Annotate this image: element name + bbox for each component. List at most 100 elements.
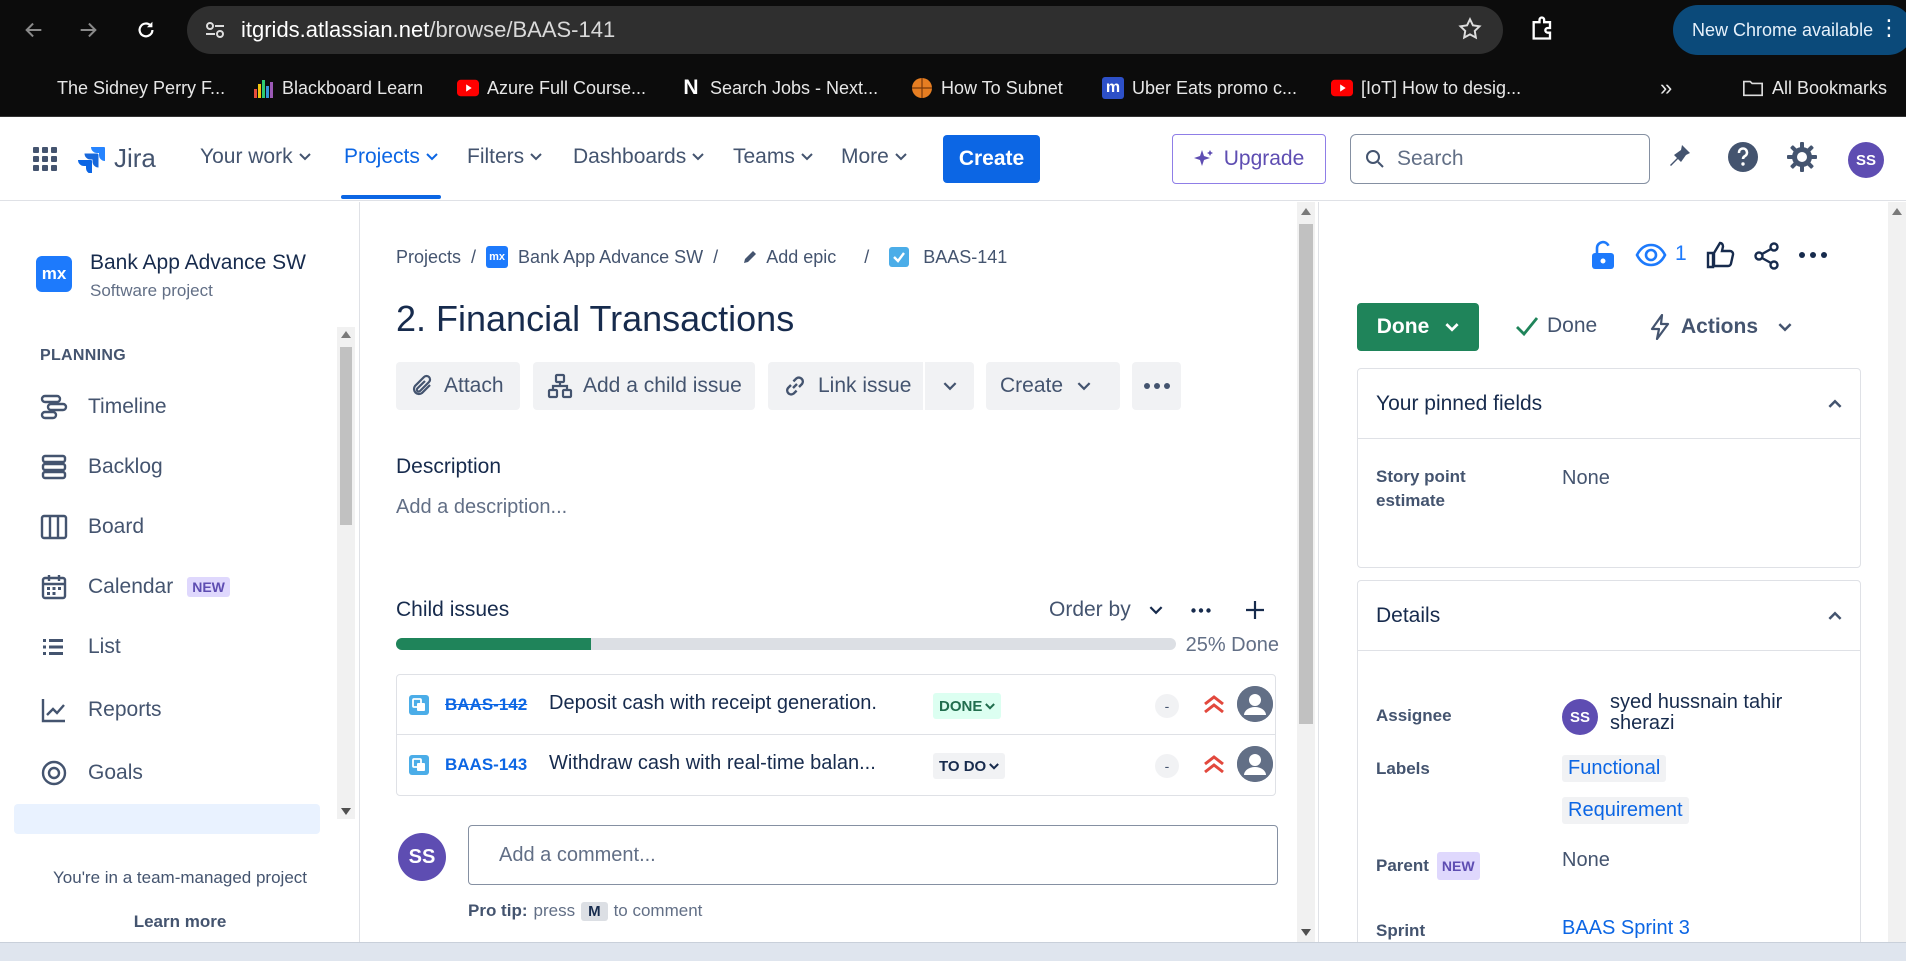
- thumbs-up-icon[interactable]: [1705, 240, 1735, 270]
- estimate-value[interactable]: -: [1155, 694, 1179, 718]
- more-actions-button[interactable]: [1132, 362, 1181, 410]
- sidebar-item-goals[interactable]: Goals: [40, 753, 143, 793]
- comment-input[interactable]: Add a comment...: [468, 825, 1278, 885]
- sidebar-item-reports[interactable]: Reports: [40, 690, 162, 730]
- create-button[interactable]: Create: [943, 135, 1040, 183]
- sidebar-scrollbar[interactable]: [337, 327, 355, 819]
- site-info-icon[interactable]: [203, 18, 227, 42]
- sidebar-scroll-thumb[interactable]: [340, 347, 352, 525]
- bookmark-item[interactable]: Azure Full Course...: [457, 74, 646, 102]
- scroll-up-arrow-icon[interactable]: [341, 331, 351, 338]
- actions-dropdown-button[interactable]: Actions: [1649, 314, 1792, 340]
- order-by-dropdown[interactable]: Order by: [1049, 598, 1265, 622]
- description-field[interactable]: Add a description...: [396, 496, 567, 519]
- sidebar-item-calendar[interactable]: Calendar NEW: [40, 567, 230, 607]
- jira-logo[interactable]: Jira: [78, 143, 156, 174]
- share-icon[interactable]: [1753, 242, 1781, 270]
- status-transition-button[interactable]: Done: [1357, 303, 1479, 351]
- story-point-value[interactable]: None: [1562, 467, 1610, 490]
- assignee-name[interactable]: syed hussnain tahir sherazi: [1610, 692, 1830, 734]
- chrome-menu-icon[interactable]: ⋮: [1878, 15, 1900, 41]
- sprint-value[interactable]: BAAS Sprint 3: [1562, 917, 1690, 940]
- app-switcher-grid-icon[interactable]: [33, 147, 57, 171]
- label-chip[interactable]: Requirement: [1562, 797, 1689, 824]
- more-bookmarks-chevron-icon[interactable]: »: [1660, 74, 1672, 102]
- settings-gear-icon[interactable]: [1786, 141, 1818, 173]
- child-issue-summary[interactable]: Withdraw cash with real-time balan...: [549, 752, 909, 775]
- watch-eye-icon[interactable]: [1635, 243, 1667, 267]
- bookmark-item[interactable]: N Search Jobs - Next...: [680, 74, 878, 102]
- main-scroll-thumb[interactable]: [1299, 224, 1313, 724]
- forward-arrow-icon[interactable]: [72, 14, 104, 46]
- nav-teams[interactable]: Teams: [733, 145, 813, 169]
- sidebar-item-list[interactable]: List: [40, 627, 121, 667]
- sidebar-item-board[interactable]: Board: [40, 507, 144, 547]
- scroll-down-arrow-icon[interactable]: [1301, 929, 1311, 936]
- new-chrome-available-button[interactable]: New Chrome available: [1673, 5, 1906, 55]
- bookmark-item[interactable]: m Uber Eats promo c...: [1102, 74, 1297, 102]
- bookmark-item[interactable]: How To Subnet: [911, 74, 1063, 102]
- nav-more[interactable]: More: [841, 145, 907, 169]
- notifications-icon[interactable]: [1664, 141, 1694, 171]
- scroll-down-arrow-icon[interactable]: [341, 808, 351, 815]
- child-issue-key[interactable]: BAAS-142: [445, 695, 527, 715]
- child-issue-key[interactable]: BAAS-143: [445, 755, 527, 775]
- nav-dashboards[interactable]: Dashboards: [573, 145, 704, 169]
- extensions-icon[interactable]: [1529, 14, 1557, 42]
- create-dropdown-button[interactable]: Create: [986, 362, 1120, 410]
- add-child-issue-button[interactable]: Add a child issue: [533, 362, 755, 410]
- nav-your-work[interactable]: Your work: [200, 145, 311, 169]
- child-issues-more-icon[interactable]: [1191, 607, 1211, 613]
- reload-icon[interactable]: [130, 14, 162, 46]
- details-header[interactable]: Details: [1358, 581, 1860, 651]
- learn-more-link[interactable]: Learn more: [0, 912, 359, 932]
- back-arrow-icon[interactable]: [18, 14, 50, 46]
- all-bookmarks[interactable]: All Bookmarks: [1742, 74, 1887, 102]
- details-scrollbar[interactable]: [1888, 202, 1906, 942]
- address-bar[interactable]: itgrids.atlassian.net/browse/BAAS-141: [187, 6, 1503, 54]
- label-chip[interactable]: Functional: [1562, 755, 1667, 782]
- bookmark-star-icon[interactable]: [1457, 16, 1483, 42]
- sidebar-item-backlog[interactable]: Backlog: [40, 447, 163, 487]
- link-issue-dropdown[interactable]: [925, 362, 974, 410]
- scroll-up-arrow-icon[interactable]: [1301, 208, 1311, 215]
- search-input[interactable]: Search: [1350, 134, 1650, 184]
- pinned-fields-header[interactable]: Your pinned fields: [1358, 369, 1860, 439]
- bookmark-item[interactable]: [IoT] How to desig...: [1331, 74, 1521, 102]
- user-avatar[interactable]: SS: [1848, 142, 1884, 178]
- sidebar-item-timeline[interactable]: Timeline: [40, 387, 167, 427]
- child-issue-summary[interactable]: Deposit cash with receipt generation.: [549, 692, 909, 715]
- issue-title[interactable]: 2. Financial Transactions: [396, 298, 794, 340]
- table-row[interactable]: BAAS-142 Deposit cash with receipt gener…: [397, 675, 1275, 735]
- sidebar-item-selected[interactable]: [14, 804, 320, 834]
- highest-priority-icon[interactable]: [1201, 751, 1227, 777]
- breadcrumb-issue-key[interactable]: BAAS-141: [923, 247, 1007, 268]
- nav-filters[interactable]: Filters: [467, 145, 542, 169]
- status-badge[interactable]: TO DO: [933, 753, 1006, 779]
- highest-priority-icon[interactable]: [1201, 691, 1227, 717]
- link-issue-button[interactable]: Link issue: [768, 362, 923, 410]
- bookmark-item[interactable]: Blackboard Learn: [252, 74, 423, 102]
- project-logo[interactable]: mx: [36, 256, 72, 292]
- breadcrumb-projects[interactable]: Projects: [396, 247, 461, 268]
- main-scrollbar[interactable]: [1297, 202, 1315, 942]
- assignee-avatar[interactable]: SS: [1562, 699, 1598, 735]
- help-icon[interactable]: [1727, 141, 1759, 173]
- unlock-icon[interactable]: [1589, 240, 1617, 270]
- project-name[interactable]: Bank App Advance SW: [90, 251, 306, 275]
- unassigned-avatar-icon[interactable]: [1237, 746, 1273, 782]
- table-row[interactable]: BAAS-143 Withdraw cash with real-time ba…: [397, 735, 1275, 795]
- status-badge[interactable]: DONE: [933, 693, 1002, 719]
- estimate-value[interactable]: -: [1155, 754, 1179, 778]
- attach-button[interactable]: Attach: [396, 362, 520, 410]
- scroll-up-arrow-icon[interactable]: [1892, 208, 1902, 215]
- breadcrumb-project[interactable]: Bank App Advance SW: [518, 247, 703, 268]
- nav-projects[interactable]: Projects: [344, 145, 438, 169]
- upgrade-button[interactable]: Upgrade: [1172, 134, 1326, 184]
- bookmark-item[interactable]: The Sidney Perry F...: [57, 74, 225, 102]
- breadcrumb-add-epic[interactable]: Add epic: [766, 247, 836, 268]
- more-horizontal-icon[interactable]: [1799, 252, 1827, 258]
- parent-value[interactable]: None: [1562, 849, 1610, 872]
- unassigned-avatar-icon[interactable]: [1237, 686, 1273, 722]
- watchers-count[interactable]: 1: [1675, 242, 1687, 266]
